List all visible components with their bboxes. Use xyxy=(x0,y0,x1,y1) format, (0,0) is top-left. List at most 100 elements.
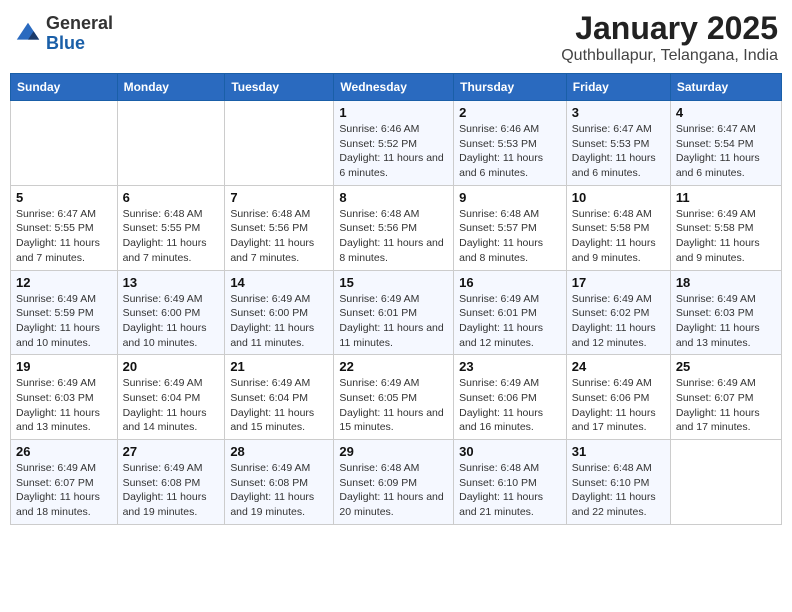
daylight-hours: Daylight: 11 hours and 6 minutes. xyxy=(339,152,443,179)
day-cell: 27 Sunrise: 6:49 AMSunset: 6:08 PMDayligh… xyxy=(117,440,225,525)
day-number: 2 xyxy=(459,105,561,120)
col-header-sunday: Sunday xyxy=(11,74,118,101)
day-info: Sunrise: 6:49 AMSunset: 6:07 PMDaylight:… xyxy=(16,461,112,520)
daylight-hours: Daylight: 11 hours and 15 minutes. xyxy=(339,407,443,434)
day-number: 5 xyxy=(16,190,112,205)
daylight-hours: Daylight: 11 hours and 20 minutes. xyxy=(339,491,443,518)
logo-icon xyxy=(14,20,42,48)
day-number: 26 xyxy=(16,444,112,459)
day-number: 22 xyxy=(339,359,448,374)
day-number: 30 xyxy=(459,444,561,459)
logo: General Blue xyxy=(14,14,113,54)
day-number: 23 xyxy=(459,359,561,374)
day-info: Sunrise: 6:48 AMSunset: 5:57 PMDaylight:… xyxy=(459,207,561,266)
day-number: 3 xyxy=(572,105,665,120)
day-cell: 9 Sunrise: 6:48 AMSunset: 5:57 PMDaylight… xyxy=(454,185,567,270)
day-number: 1 xyxy=(339,105,448,120)
day-info: Sunrise: 6:49 AMSunset: 6:05 PMDaylight:… xyxy=(339,376,448,435)
day-info: Sunrise: 6:49 AMSunset: 6:01 PMDaylight:… xyxy=(459,292,561,351)
day-cell: 3 Sunrise: 6:47 AMSunset: 5:53 PMDaylight… xyxy=(566,101,670,186)
daylight-hours: Daylight: 11 hours and 6 minutes. xyxy=(572,152,656,179)
day-number: 21 xyxy=(230,359,328,374)
day-number: 19 xyxy=(16,359,112,374)
day-number: 24 xyxy=(572,359,665,374)
day-number: 20 xyxy=(123,359,220,374)
daylight-hours: Daylight: 11 hours and 8 minutes. xyxy=(339,237,443,264)
daylight-hours: Daylight: 11 hours and 15 minutes. xyxy=(230,407,314,434)
day-number: 4 xyxy=(676,105,776,120)
daylight-hours: Daylight: 11 hours and 6 minutes. xyxy=(676,152,760,179)
daylight-hours: Daylight: 11 hours and 6 minutes. xyxy=(459,152,543,179)
day-number: 29 xyxy=(339,444,448,459)
day-cell: 24 Sunrise: 6:49 AMSunset: 6:06 PMDayligh… xyxy=(566,355,670,440)
day-cell: 21 Sunrise: 6:49 AMSunset: 6:04 PMDayligh… xyxy=(225,355,334,440)
week-row-3: 12Sunrise: 6:49 AMSunset: 5:59 PMDayligh… xyxy=(11,270,782,355)
day-number: 6 xyxy=(123,190,220,205)
header-row: SundayMondayTuesdayWednesdayThursdayFrid… xyxy=(11,74,782,101)
day-info: Sunrise: 6:49 AMSunset: 6:07 PMDaylight:… xyxy=(676,376,776,435)
day-cell: 26 Sunrise: 6:49 AMSunset: 6:07 PMDayligh… xyxy=(11,440,118,525)
logo-blue: Blue xyxy=(46,34,113,54)
day-info: Sunrise: 6:48 AMSunset: 6:09 PMDaylight:… xyxy=(339,461,448,520)
day-info: Sunrise: 6:49 AMSunset: 6:04 PMDaylight:… xyxy=(230,376,328,435)
daylight-hours: Daylight: 11 hours and 11 minutes. xyxy=(339,322,443,349)
col-header-saturday: Saturday xyxy=(670,74,781,101)
day-cell: 4Sunrise: 6:47 AMSunset: 5:54 PMDaylight… xyxy=(670,101,781,186)
daylight-hours: Daylight: 11 hours and 17 minutes. xyxy=(676,407,760,434)
daylight-hours: Daylight: 11 hours and 12 minutes. xyxy=(459,322,543,349)
col-header-tuesday: Tuesday xyxy=(225,74,334,101)
day-number: 25 xyxy=(676,359,776,374)
day-info: Sunrise: 6:48 AMSunset: 5:56 PMDaylight:… xyxy=(230,207,328,266)
day-cell: 12Sunrise: 6:49 AMSunset: 5:59 PMDayligh… xyxy=(11,270,118,355)
daylight-hours: Daylight: 11 hours and 22 minutes. xyxy=(572,491,656,518)
col-header-thursday: Thursday xyxy=(454,74,567,101)
day-cell: 23 Sunrise: 6:49 AMSunset: 6:06 PMDayligh… xyxy=(454,355,567,440)
page-header: General Blue January 2025 Quthbullapur, … xyxy=(10,10,782,65)
day-number: 12 xyxy=(16,275,112,290)
day-number: 14 xyxy=(230,275,328,290)
daylight-hours: Daylight: 11 hours and 12 minutes. xyxy=(572,322,656,349)
day-info: Sunrise: 6:49 AMSunset: 6:06 PMDaylight:… xyxy=(572,376,665,435)
day-number: 13 xyxy=(123,275,220,290)
day-info: Sunrise: 6:49 AMSunset: 6:00 PMDaylight:… xyxy=(123,292,220,351)
day-cell: 28 Sunrise: 6:49 AMSunset: 6:08 PMDayligh… xyxy=(225,440,334,525)
day-info: Sunrise: 6:47 AMSunset: 5:55 PMDaylight:… xyxy=(16,207,112,266)
day-info: Sunrise: 6:47 AMSunset: 5:53 PMDaylight:… xyxy=(572,122,665,181)
col-header-monday: Monday xyxy=(117,74,225,101)
day-cell: 29 Sunrise: 6:48 AMSunset: 6:09 PMDayligh… xyxy=(334,440,454,525)
logo-text: General Blue xyxy=(46,14,113,54)
day-number: 27 xyxy=(123,444,220,459)
day-number: 10 xyxy=(572,190,665,205)
daylight-hours: Daylight: 11 hours and 14 minutes. xyxy=(123,407,207,434)
page-title: January 2025 xyxy=(561,10,778,47)
day-info: Sunrise: 6:49 AMSunset: 6:01 PMDaylight:… xyxy=(339,292,448,351)
col-header-friday: Friday xyxy=(566,74,670,101)
day-cell xyxy=(670,440,781,525)
daylight-hours: Daylight: 11 hours and 13 minutes. xyxy=(16,407,100,434)
day-number: 18 xyxy=(676,275,776,290)
logo-general: General xyxy=(46,14,113,34)
day-number: 31 xyxy=(572,444,665,459)
day-cell: 10 Sunrise: 6:48 AMSunset: 5:58 PMDayligh… xyxy=(566,185,670,270)
day-info: Sunrise: 6:49 AMSunset: 6:08 PMDaylight:… xyxy=(230,461,328,520)
daylight-hours: Daylight: 11 hours and 7 minutes. xyxy=(230,237,314,264)
day-info: Sunrise: 6:49 AMSunset: 6:08 PMDaylight:… xyxy=(123,461,220,520)
daylight-hours: Daylight: 11 hours and 18 minutes. xyxy=(16,491,100,518)
day-info: Sunrise: 6:49 AMSunset: 5:58 PMDaylight:… xyxy=(676,207,776,266)
daylight-hours: Daylight: 11 hours and 9 minutes. xyxy=(676,237,760,264)
day-info: Sunrise: 6:46 AMSunset: 5:53 PMDaylight:… xyxy=(459,122,561,181)
daylight-hours: Daylight: 11 hours and 16 minutes. xyxy=(459,407,543,434)
day-info: Sunrise: 6:48 AMSunset: 5:58 PMDaylight:… xyxy=(572,207,665,266)
day-number: 9 xyxy=(459,190,561,205)
day-cell: 2 Sunrise: 6:46 AMSunset: 5:53 PMDaylight… xyxy=(454,101,567,186)
day-number: 28 xyxy=(230,444,328,459)
day-info: Sunrise: 6:49 AMSunset: 6:06 PMDaylight:… xyxy=(459,376,561,435)
page-subtitle: Quthbullapur, Telangana, India xyxy=(561,47,778,65)
day-info: Sunrise: 6:46 AMSunset: 5:52 PMDaylight:… xyxy=(339,122,448,181)
day-info: Sunrise: 6:49 AMSunset: 6:02 PMDaylight:… xyxy=(572,292,665,351)
day-cell: 30 Sunrise: 6:48 AMSunset: 6:10 PMDayligh… xyxy=(454,440,567,525)
day-info: Sunrise: 6:48 AMSunset: 6:10 PMDaylight:… xyxy=(459,461,561,520)
day-cell: 19Sunrise: 6:49 AMSunset: 6:03 PMDayligh… xyxy=(11,355,118,440)
daylight-hours: Daylight: 11 hours and 7 minutes. xyxy=(123,237,207,264)
daylight-hours: Daylight: 11 hours and 17 minutes. xyxy=(572,407,656,434)
